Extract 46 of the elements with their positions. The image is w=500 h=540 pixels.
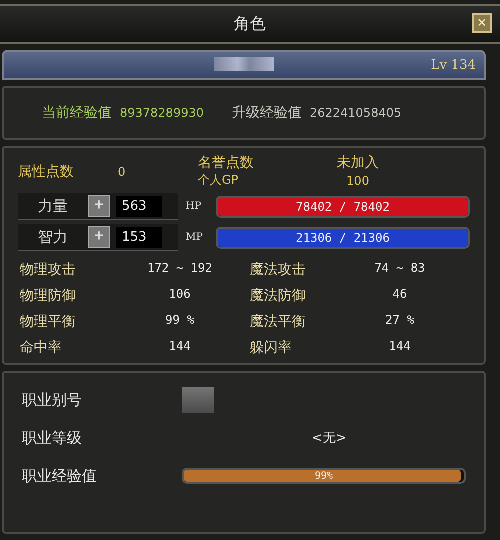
stat-value: 144 — [388, 339, 412, 355]
stat-value: 172 ~ 192 — [146, 261, 214, 277]
bar-text: 78402 / 78402 — [295, 198, 391, 216]
points-label: 属性点数 — [18, 162, 74, 180]
stat-label: 魔法防御 — [250, 287, 307, 305]
honor-label: 名誉点数 — [198, 154, 255, 172]
exp-label: 升级经验值 — [232, 104, 302, 122]
honor-value: 未加入 — [336, 154, 380, 172]
stat-value: 46 — [392, 287, 408, 303]
bar-label: MP — [186, 232, 204, 243]
plus-button[interactable]: + — [88, 226, 110, 248]
stat-label: 魔法平衡 — [250, 313, 307, 331]
plus-button[interactable]: + — [88, 195, 110, 217]
stat-value: 144 — [168, 339, 192, 355]
exp-value: 89378289930 — [120, 106, 204, 120]
job-label: 职业等级 — [22, 428, 83, 448]
bar-text: 99% — [314, 470, 334, 482]
exp-value: 262241058405 — [310, 106, 402, 120]
stat-label: 物理平衡 — [20, 313, 77, 331]
gp-value: 100 — [346, 174, 370, 188]
job-level-value: <无> — [312, 430, 347, 447]
attribute-value: 563 — [116, 196, 162, 216]
attribute-name: 力量 — [38, 196, 69, 216]
job-label: 职业别号 — [22, 390, 83, 410]
pixelated-block — [214, 57, 274, 71]
stat-value: 74 ~ 83 — [374, 261, 426, 277]
window-title: 角色 — [234, 14, 266, 34]
level-text: Lv 134 — [431, 58, 476, 72]
pixelated-block — [182, 387, 214, 413]
gp-label: 个人GP — [198, 172, 240, 189]
stat-label: 物理攻击 — [20, 261, 77, 279]
stat-label: 命中率 — [20, 339, 63, 357]
bar-text: 21306 / 21306 — [295, 230, 391, 246]
stat-value: 27 % — [384, 313, 416, 329]
stat-label: 物理防御 — [20, 287, 77, 305]
stat-value: 99 % — [164, 313, 196, 329]
close-button[interactable]: ✕ — [472, 13, 492, 33]
exp-label: 当前经验值 — [42, 104, 112, 122]
attribute-name: 智力 — [38, 228, 69, 246]
job-label: 职业经验值 — [22, 466, 98, 486]
bar-label: HP — [186, 201, 202, 212]
points-value: 0 — [118, 164, 127, 178]
stat-value: 106 — [168, 287, 192, 303]
attribute-value: 153 — [116, 226, 162, 248]
stat-label: 魔法攻击 — [250, 261, 307, 279]
stat-label: 躲闪率 — [250, 339, 293, 357]
